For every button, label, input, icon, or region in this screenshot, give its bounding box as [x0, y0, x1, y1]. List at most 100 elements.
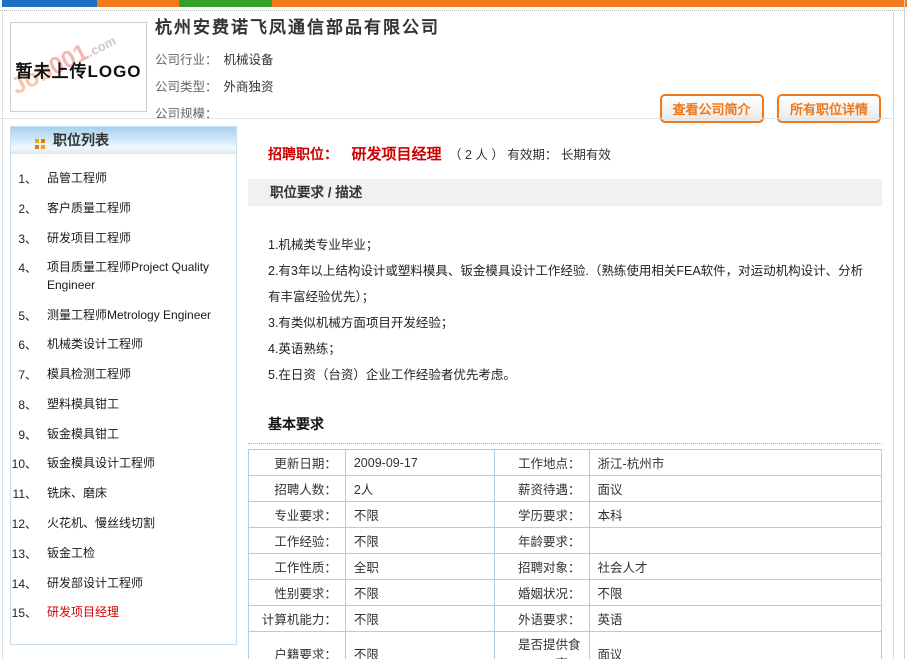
requirements-row: 性别要求：不限婚姻状况：不限	[249, 580, 882, 606]
header-divider	[0, 118, 893, 119]
job-item-number: 11、	[11, 485, 47, 502]
requirement-value: 不限	[345, 632, 494, 659]
job-item-label: 火花机、慢丝线切割	[47, 515, 232, 532]
job-list-item[interactable]: 3、研发项目工程师	[11, 224, 232, 254]
requirement-label: 招聘人数：	[249, 476, 346, 502]
company-name: 杭州安费诺飞凤通信部品有限公司	[155, 13, 440, 38]
job-position-title: 研发项目经理	[351, 146, 441, 163]
job-list-item[interactable]: 4、项目质量工程师Project Quality Engineer	[11, 253, 232, 300]
window-right-edge	[904, 0, 905, 659]
job-item-label: 铣床、磨床	[47, 485, 232, 502]
company-scale-row: 公司规模：	[155, 101, 440, 128]
requirement-value: 本科	[589, 502, 881, 528]
job-header: 招聘职位： 研发项目经理 （ 2 人 ） 有效期： 长期有效	[248, 143, 882, 164]
squares-bullet-icon	[35, 139, 39, 143]
top-color-bar	[0, 0, 907, 7]
job-item-number: 5、	[11, 307, 47, 324]
topbar-blue-segment	[2, 0, 97, 7]
requirement-value: 英语	[589, 606, 881, 632]
description-line: 4.英语熟练；	[268, 336, 868, 362]
requirement-label: 薪资待遇：	[494, 476, 589, 502]
job-list-item[interactable]: 7、模具检测工程师	[11, 360, 232, 390]
requirements-row: 招聘人数：2人薪资待遇：面议	[249, 476, 882, 502]
job-item-label: 项目质量工程师Project Quality Engineer	[47, 259, 232, 294]
requirement-label: 更新日期：	[249, 450, 346, 476]
company-industry-label: 公司行业：	[155, 53, 218, 67]
job-item-number: 8、	[11, 396, 47, 413]
job-list-item[interactable]: 5、测量工程师Metrology Engineer	[11, 300, 232, 330]
requirement-value: 不限	[345, 580, 494, 606]
requirement-label: 招聘对象：	[494, 554, 589, 580]
requirements-table: 更新日期：2009-09-17工作地点：浙江-杭州市招聘人数：2人薪资待遇：面议…	[248, 449, 882, 659]
job-item-label: 钣金工检	[47, 545, 232, 562]
requirement-value: 不限	[345, 606, 494, 632]
requirement-label: 工作经验：	[249, 528, 346, 554]
job-item-label: 模具检测工程师	[47, 366, 232, 383]
requirements-row: 专业要求：不限学历要求：本科	[249, 502, 882, 528]
requirement-label: 外语要求：	[494, 606, 589, 632]
topbar-orange-segment	[97, 0, 179, 7]
requirements-row: 更新日期：2009-09-17工作地点：浙江-杭州市	[249, 450, 882, 476]
job-item-number: 15、	[11, 604, 47, 621]
requirement-value: 面议	[589, 632, 881, 659]
requirements-row: 工作经验：不限年龄要求：	[249, 528, 882, 554]
job-list-item[interactable]: 1、品管工程师	[11, 164, 232, 194]
job-validity-label: 有效期：	[507, 148, 557, 162]
requirements-row: 工作性质：全职招聘对象：社会人才	[249, 554, 882, 580]
job-item-label: 钣金模具设计工程师	[47, 455, 232, 472]
job-item-number: 4、	[11, 259, 47, 294]
requirement-label: 工作性质：	[249, 554, 346, 580]
description-line: 2.有3年以上结构设计或塑料模具、钣金模具设计工作经验.（熟练使用相关FEA软件…	[268, 258, 868, 310]
company-type-row: 公司类型：外商独资	[155, 74, 440, 101]
company-logo-placeholder: Job001.com 暂未上传LOGO	[10, 22, 147, 112]
requirement-label: 性别要求：	[249, 580, 346, 606]
requirement-label: 学历要求：	[494, 502, 589, 528]
job-list-title: 职位列表	[53, 132, 109, 148]
requirement-value	[589, 528, 881, 554]
basic-requirements-title: 基本要求	[248, 414, 882, 444]
job-item-number: 12、	[11, 515, 47, 532]
job-list-item[interactable]: 6、机械类设计工程师	[11, 330, 232, 360]
requirement-label: 户籍要求：	[249, 632, 346, 659]
job-list-item[interactable]: 8、塑料模具钳工	[11, 390, 232, 420]
job-list-item[interactable]: 10、钣金模具设计工程师	[11, 449, 232, 479]
requirement-value: 社会人才	[589, 554, 881, 580]
requirement-label: 专业要求：	[249, 502, 346, 528]
job-item-number: 6、	[11, 336, 47, 353]
description-line: 1.机械类专业毕业；	[268, 232, 868, 258]
job-list: 1、品管工程师2、客户质量工程师3、研发项目工程师4、项目质量工程师Projec…	[11, 154, 236, 644]
job-list-header: 职位列表	[11, 127, 236, 154]
topbar-orange-segment	[272, 0, 907, 7]
job-item-label: 研发项目经理	[47, 604, 232, 621]
job-validity-value: 长期有效	[561, 148, 611, 162]
requirement-value: 不限	[589, 580, 881, 606]
job-list-item[interactable]: 9、钣金模具钳工	[11, 420, 232, 450]
job-item-number: 1、	[11, 170, 47, 187]
job-headcount: （ 2 人 ）	[449, 148, 504, 162]
job-list-item[interactable]: 15、研发项目经理	[11, 598, 232, 628]
job-item-label: 研发部设计工程师	[47, 575, 232, 592]
requirements-row: 计算机能力：不限外语要求：英语	[249, 606, 882, 632]
requirements-row: 户籍要求：不限是否提供食宿：面议	[249, 632, 882, 659]
requirement-value: 不限	[345, 528, 494, 554]
company-info-block: 杭州安费诺飞凤通信部品有限公司 公司行业：机械设备 公司类型：外商独资 公司规模…	[155, 13, 440, 128]
job-list-item[interactable]: 11、铣床、磨床	[11, 479, 232, 509]
topbar-green-segment	[179, 0, 272, 7]
job-list-item[interactable]: 12、火花机、慢丝线切割	[11, 509, 232, 539]
job-item-number: 7、	[11, 366, 47, 383]
requirement-value: 2人	[345, 476, 494, 502]
requirement-value: 浙江-杭州市	[589, 450, 881, 476]
description-line: 5.在日资（台资）企业工作经验者优先考虑。	[268, 362, 868, 388]
job-list-item[interactable]: 13、钣金工检	[11, 539, 232, 569]
job-item-number: 3、	[11, 230, 47, 247]
job-item-label: 塑料模具钳工	[47, 396, 232, 413]
job-item-label: 品管工程师	[47, 170, 232, 187]
content-right-border	[893, 12, 894, 659]
requirement-value: 不限	[345, 502, 494, 528]
job-item-number: 9、	[11, 426, 47, 443]
job-list-item[interactable]: 14、研发部设计工程师	[11, 568, 232, 598]
job-detail-panel: 招聘职位： 研发项目经理 （ 2 人 ） 有效期： 长期有效 职位要求 / 描述…	[248, 131, 882, 659]
job-list-item[interactable]: 2、客户质量工程师	[11, 194, 232, 224]
requirement-label: 计算机能力：	[249, 606, 346, 632]
job-item-number: 14、	[11, 575, 47, 592]
